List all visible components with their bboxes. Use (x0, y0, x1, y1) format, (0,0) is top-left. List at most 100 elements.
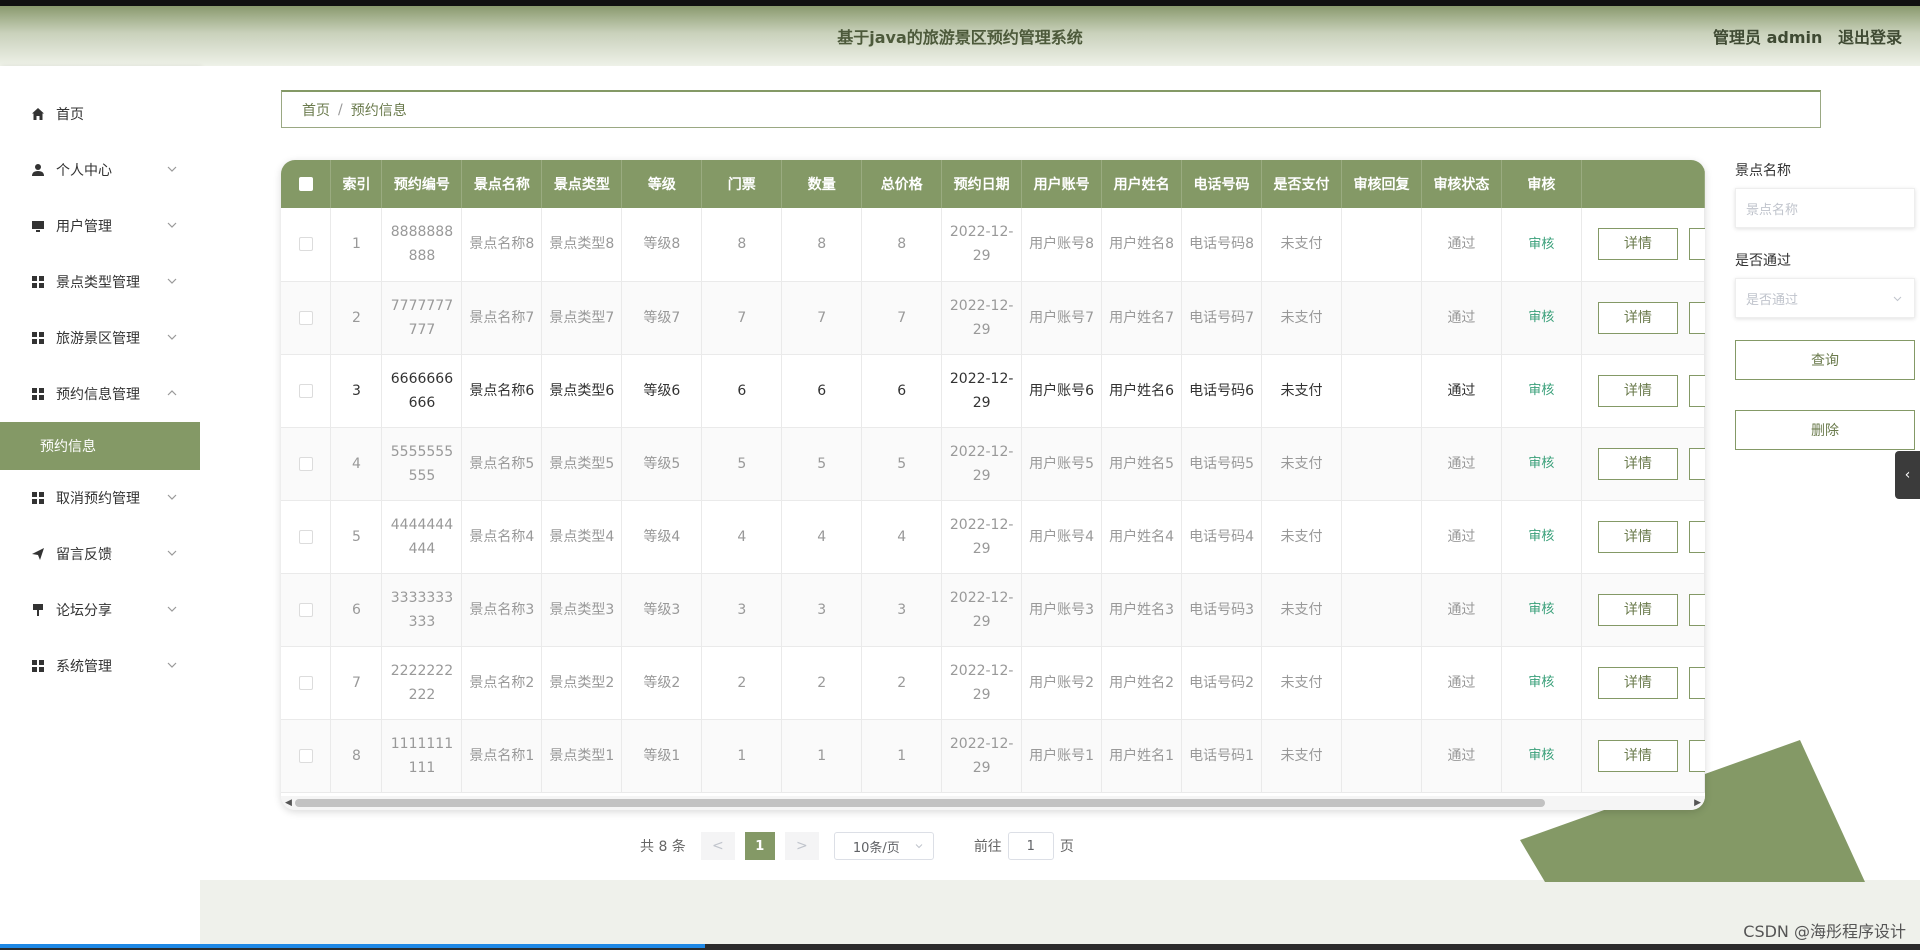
row-checkbox[interactable] (298, 310, 313, 325)
scroll-right-icon[interactable]: ▶ (1694, 798, 1701, 808)
row-select-cell (281, 208, 332, 282)
scrollbar-thumb[interactable] (295, 799, 1545, 807)
cell-phone: 电话号码3 (1181, 573, 1263, 647)
detail-button[interactable]: 详情 (1597, 739, 1678, 772)
detail-button[interactable]: 详情 (1597, 228, 1678, 261)
page-number-button[interactable]: 1 (744, 832, 775, 860)
detail-button[interactable]: 详情 (1597, 520, 1678, 553)
sidebar-subitem-reservation-info[interactable]: 预约信息 (0, 422, 200, 470)
audit-link[interactable]: 审核 (1528, 602, 1554, 617)
audit-link[interactable]: 审核 (1528, 310, 1554, 325)
action-button-partial[interactable] (1688, 447, 1705, 480)
cell-name: 景点名称2 (461, 646, 543, 720)
sidebar-subitem-label: 预约信息 (40, 439, 96, 455)
chevron-down-icon (167, 278, 177, 284)
cell-idx: 2 (330, 281, 383, 355)
delete-button[interactable]: 删除 (1735, 410, 1915, 450)
goto-page-input[interactable]: 1 (1007, 832, 1054, 860)
cell-reply (1341, 208, 1422, 282)
action-button-partial[interactable] (1688, 228, 1705, 260)
row-checkbox[interactable] (298, 456, 313, 471)
next-page-button[interactable]: > (784, 832, 819, 860)
audit-link[interactable]: 审核 (1528, 529, 1554, 544)
actions-header (1581, 160, 1705, 208)
cell-status: 通过 (1421, 500, 1502, 574)
scroll-left-icon[interactable]: ◀ (285, 798, 292, 808)
cell-actions: 详情 (1581, 427, 1705, 501)
select-all-header[interactable] (281, 160, 332, 208)
detail-button[interactable]: 详情 (1597, 666, 1678, 699)
home-icon (30, 106, 46, 122)
horizontal-scrollbar[interactable]: ◀ ▶ (281, 796, 1705, 810)
reservation-table-card: 索引 预约编号 景点名称 景点类型 等级 门票 数量 总价格 预约日期 用户账号… (281, 160, 1705, 810)
action-button-partial[interactable] (1688, 739, 1705, 772)
sidebar-item-system-management[interactable]: 系统管理 (0, 638, 200, 694)
detail-button[interactable]: 详情 (1597, 593, 1678, 626)
sidebar-item-reservation-management[interactable]: 预约信息管理 (0, 366, 200, 422)
column-header: 等级 (621, 160, 703, 208)
audit-link[interactable]: 审核 (1528, 383, 1554, 398)
sidebar-item-user-management[interactable]: 用户管理 (0, 198, 200, 254)
cell-date: 2022-12-29 (941, 719, 1023, 793)
cell-actions: 详情 (1581, 719, 1705, 793)
select-all-checkbox[interactable] (298, 177, 313, 191)
sidebar-item-feedback[interactable]: 留言反馈 (0, 526, 200, 582)
cell-actions: 详情 (1581, 208, 1705, 282)
collapse-panel-toggle[interactable]: ‹ (1895, 451, 1920, 499)
column-header: 景点名称 (461, 160, 543, 208)
cell-paid: 未支付 (1261, 719, 1342, 793)
chevron-down-icon (167, 494, 177, 500)
cell-level: 等级2 (621, 646, 703, 720)
detail-button[interactable]: 详情 (1597, 301, 1678, 334)
prev-page-button[interactable]: < (700, 832, 735, 860)
cell-idx: 7 (330, 646, 383, 720)
cell-idx: 8 (330, 719, 383, 793)
sidebar-item-forum[interactable]: 论坛分享 (0, 582, 200, 638)
audit-link[interactable]: 审核 (1528, 748, 1554, 763)
sidebar-item-attraction-type-management[interactable]: 景点类型管理 (0, 254, 200, 310)
query-button[interactable]: 查询 (1735, 340, 1915, 380)
sidebar-item-label: 留言反馈 (56, 547, 112, 563)
action-button-partial[interactable] (1688, 666, 1705, 699)
detail-button[interactable]: 详情 (1597, 447, 1678, 480)
brush-icon (30, 602, 46, 618)
chevron-left-icon: ‹ (1904, 467, 1911, 483)
approved-select[interactable]: 是否通过 (1735, 278, 1915, 318)
sidebar-item-home[interactable]: 首页 (0, 86, 200, 142)
row-checkbox[interactable] (298, 383, 313, 398)
cell-name: 景点名称4 (461, 500, 543, 574)
column-header: 用户账号 (1021, 160, 1103, 208)
audit-link[interactable]: 审核 (1528, 675, 1554, 690)
action-button-partial[interactable] (1688, 520, 1705, 553)
row-checkbox[interactable] (298, 237, 313, 252)
sidebar-item-scenic-area-management[interactable]: 旅游景区管理 (0, 310, 200, 366)
cell-status: 通过 (1421, 208, 1502, 282)
sidebar-item-cancel-reservation-management[interactable]: 取消预约管理 (0, 470, 200, 526)
cell-qty: 5 (781, 427, 863, 501)
detail-button[interactable]: 详情 (1597, 374, 1678, 407)
audit-link[interactable]: 审核 (1528, 456, 1554, 471)
chevron-down-icon (167, 166, 177, 172)
cell-account: 用户账号8 (1021, 208, 1103, 282)
audit-link[interactable]: 审核 (1528, 237, 1554, 252)
row-checkbox[interactable] (298, 529, 313, 544)
cell-total: 1 (861, 719, 943, 793)
cell-name: 景点名称7 (461, 281, 543, 355)
action-button-partial[interactable] (1688, 374, 1705, 407)
cell-no: 1111111111 (381, 719, 463, 793)
table-row: 8 1111111111 景点名称1 景点类型1 等级1 1 1 1 2022-12-29 用户账… (281, 719, 1705, 793)
row-checkbox[interactable] (298, 675, 313, 690)
row-checkbox[interactable] (298, 748, 313, 763)
sidebar-item-personal-center[interactable]: 个人中心 (0, 142, 200, 198)
attraction-name-input[interactable]: 景点名称 (1735, 188, 1915, 228)
cell-no: 5555555555 (381, 427, 463, 501)
action-button-partial[interactable] (1688, 301, 1705, 334)
breadcrumb-home[interactable]: 首页 (302, 100, 330, 120)
app-root: 基于java的旅游景区预约管理系统 管理员 admin 退出登录 首页 个人中心… (0, 0, 1920, 950)
action-button-partial[interactable] (1688, 593, 1705, 626)
logout-link[interactable]: 退出登录 (1838, 28, 1902, 47)
cell-audit: 审核 (1501, 281, 1582, 355)
page-size-select[interactable]: 10条/页 (833, 832, 934, 860)
row-checkbox[interactable] (298, 602, 313, 617)
total-count: 共 8 条 (640, 839, 686, 855)
